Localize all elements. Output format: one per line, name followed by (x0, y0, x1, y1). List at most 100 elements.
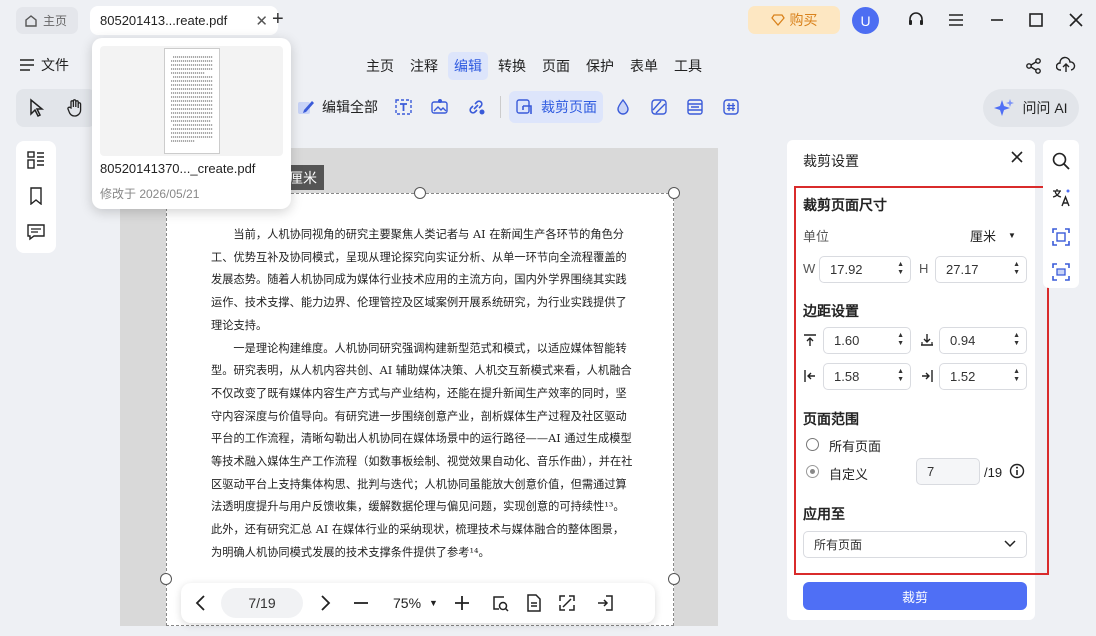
range-custom-label: 自定义 (829, 467, 869, 482)
share-icon[interactable] (1025, 57, 1043, 75)
edit-all-button[interactable]: 编辑全部 (290, 91, 384, 123)
custom-range-input[interactable]: 7 (916, 458, 980, 485)
translate-icon[interactable] (1051, 187, 1071, 207)
next-page-icon[interactable] (317, 594, 333, 612)
background-button[interactable] (643, 91, 675, 123)
headset-icon[interactable] (904, 8, 928, 32)
margin-right-input[interactable]: 1.52 ▲ ▼ (939, 363, 1027, 390)
avatar[interactable]: U (852, 7, 879, 34)
new-tab-icon[interactable]: + (272, 8, 284, 31)
margin-left-icon (803, 369, 817, 383)
right-tool-strip (1043, 140, 1079, 288)
close-panel-icon[interactable] (1010, 150, 1024, 164)
diamond-icon (770, 14, 785, 26)
crop-handle-right[interactable] (668, 573, 680, 585)
close-tab-icon[interactable]: ✕ (255, 12, 268, 30)
menu-convert[interactable]: 转换 (492, 52, 532, 80)
menu-annotate[interactable]: 注释 (404, 52, 444, 80)
crop-panel-title: 裁剪设置 (803, 153, 859, 169)
margin-left-value: 1.58 (834, 369, 860, 384)
margin-right-stepper[interactable]: ▲ ▼ (1013, 368, 1020, 384)
menu-protect[interactable]: 保护 (580, 52, 620, 80)
margin-top-stepper[interactable]: ▲ ▼ (897, 332, 904, 348)
apply-to-select[interactable]: 所有页面 (803, 531, 1027, 558)
tab-home[interactable]: 主页 (16, 7, 78, 34)
buy-button[interactable]: 购买 (748, 6, 840, 34)
crop-button[interactable]: 裁剪 (803, 582, 1027, 610)
header-footer-button[interactable] (679, 91, 711, 123)
menu-home[interactable]: 主页 (360, 52, 400, 80)
add-image-button[interactable] (424, 91, 456, 123)
search-icon[interactable] (1051, 151, 1071, 171)
margin-bottom-input[interactable]: 0.94 ▲ ▼ (939, 327, 1027, 354)
crop-handle-top[interactable] (414, 187, 426, 199)
margin-bottom-stepper[interactable]: ▲ ▼ (1013, 332, 1020, 348)
menu-icon[interactable] (944, 8, 968, 32)
margin-title: 边距设置 (803, 303, 859, 319)
thumbnails-icon[interactable] (26, 151, 46, 169)
bookmark-icon[interactable] (26, 187, 46, 205)
prev-page-icon[interactable] (193, 594, 209, 612)
ai-sparkle-icon (994, 98, 1015, 118)
toolbar-divider (500, 96, 501, 118)
menu-tools[interactable]: 工具 (668, 52, 708, 80)
tab-document-label: 805201413...reate.pdf (100, 13, 228, 28)
zoom-in-icon[interactable] (454, 595, 470, 611)
menu-page[interactable]: 页面 (536, 52, 576, 80)
paragraph-1: 当前，人机协同视角的研究主要聚焦人类记者与 AI 在新闻生产各环节的角色分工、优… (211, 228, 627, 332)
margin-top-input[interactable]: 1.60 ▲ ▼ (823, 327, 911, 354)
ask-ai-button[interactable]: 问问 AI (983, 89, 1079, 127)
link-icon (466, 98, 486, 116)
crop-handle-left[interactable] (160, 573, 172, 585)
range-all-radio[interactable] (806, 438, 819, 451)
comment-icon[interactable] (26, 223, 46, 241)
page-view-icon[interactable] (524, 593, 544, 613)
bates-number-button[interactable] (715, 91, 747, 123)
menu-form[interactable]: 表单 (624, 52, 664, 80)
cloud-upload-icon[interactable] (1056, 56, 1076, 74)
margin-right-value: 1.52 (950, 369, 976, 384)
crop-handle-top-right[interactable] (668, 187, 680, 199)
minimize-icon[interactable] (985, 8, 1009, 32)
close-window-icon[interactable] (1064, 8, 1088, 32)
crop-page-button[interactable]: 裁剪页面 (509, 91, 603, 123)
ocr-scan-icon[interactable] (1051, 227, 1071, 247)
margin-left-input[interactable]: 1.58 ▲ ▼ (823, 363, 911, 390)
fullscreen-icon[interactable] (558, 594, 576, 612)
add-text-button[interactable] (388, 91, 420, 123)
zoom-level[interactable]: 75% (393, 595, 421, 611)
info-icon[interactable] (1009, 463, 1025, 479)
add-link-button[interactable] (460, 91, 492, 123)
ask-ai-label: 问问 AI (1022, 100, 1068, 116)
unit-dropdown-icon: ▼ (1008, 231, 1016, 240)
menu-edit[interactable]: 编辑 (448, 52, 488, 80)
height-stepper[interactable]: ▲ ▼ (1013, 261, 1020, 277)
zoom-out-icon[interactable] (353, 595, 369, 611)
crop-size-title: 裁剪页面尺寸 (803, 197, 887, 213)
page-thumbnail[interactable] (164, 48, 220, 154)
watermark-button[interactable] (607, 91, 639, 123)
tab-home-label: 主页 (43, 14, 68, 28)
watermark-icon (613, 98, 633, 116)
collapse-bar-icon[interactable] (596, 594, 614, 612)
range-custom-radio[interactable] (806, 465, 819, 478)
unit-select[interactable]: 厘米 ▼ (970, 226, 1016, 245)
height-label: H (919, 261, 929, 276)
margin-right-icon (920, 369, 934, 383)
margin-top-value: 1.60 (834, 333, 860, 348)
height-input[interactable]: 27.17 ▲ ▼ (935, 256, 1027, 283)
page-number-field[interactable]: 7/19 (221, 588, 303, 618)
popup-filename: 80520141370..._create.pdf (100, 161, 256, 176)
margin-left-stepper[interactable]: ▲ ▼ (897, 368, 904, 384)
width-input[interactable]: 17.92 ▲ ▼ (819, 256, 911, 283)
width-stepper[interactable]: ▲ ▼ (897, 261, 904, 277)
file-menu[interactable]: 文件 (20, 55, 69, 75)
select-cursor-icon[interactable] (28, 98, 46, 118)
maximize-icon[interactable] (1024, 8, 1048, 32)
fit-page-icon[interactable] (490, 593, 510, 613)
unit-label: 单位 (803, 229, 830, 244)
tab-document[interactable]: 805201413...reate.pdf ✕ (90, 6, 278, 35)
zoom-dropdown-icon[interactable]: ▼ (429, 598, 438, 608)
screen-capture-icon[interactable] (1051, 262, 1071, 282)
hand-tool-icon[interactable] (66, 98, 84, 118)
